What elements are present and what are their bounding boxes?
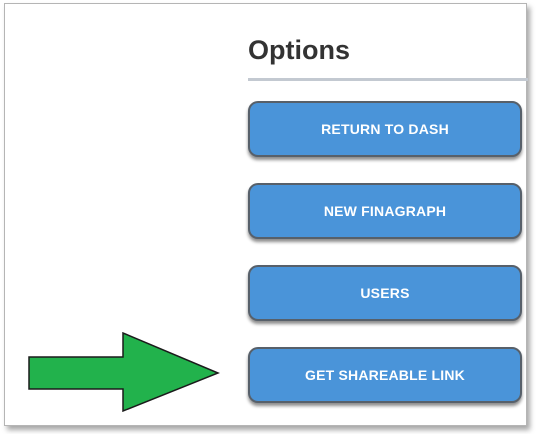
get-shareable-link-button[interactable]: GET SHAREABLE LINK bbox=[248, 347, 522, 403]
right-arrow-icon bbox=[28, 332, 220, 412]
title-divider bbox=[248, 78, 528, 81]
users-button[interactable]: USERS bbox=[248, 265, 522, 321]
options-title: Options bbox=[248, 35, 350, 65]
new-finagraph-button[interactable]: NEW FINAGRAPH bbox=[248, 183, 522, 239]
options-panel: Options RETURN TO DASH NEW FINAGRAPH USE… bbox=[248, 30, 529, 429]
return-to-dash-button[interactable]: RETURN TO DASH bbox=[248, 101, 522, 157]
